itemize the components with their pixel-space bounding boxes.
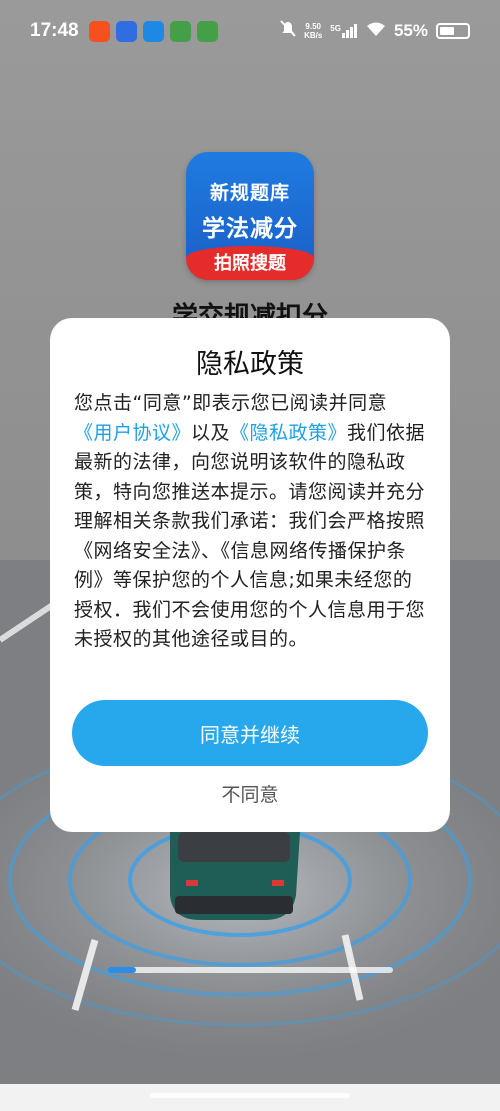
privacy-dialog: 隐私政策 您点击“同意”即表示您已阅读并同意《用户协议》以及《隐私政策》我们依据…: [50, 318, 450, 832]
baidu-app-icon: [115, 20, 137, 42]
logo-line-1: 新规题库: [209, 182, 290, 204]
browser-app-icon: [142, 20, 164, 42]
wifi-icon: [366, 21, 386, 41]
dialog-text-and: 以及: [191, 421, 231, 444]
battery-percent: 55%: [393, 21, 428, 40]
cellular-signal-icon: 5G: [330, 24, 358, 38]
app-logo: 新规题库 学法减分 拍照搜题: [186, 152, 314, 280]
logo-band: 拍照搜题: [186, 246, 314, 280]
network-type: 5G: [330, 24, 341, 33]
user-agreement-link[interactable]: 《用户协议》: [74, 422, 191, 444]
mute-icon: [280, 20, 296, 42]
home-indicator[interactable]: [150, 1093, 350, 1098]
notification-app-icons: [88, 20, 218, 42]
privacy-policy-link[interactable]: 《隐私政策》: [230, 422, 347, 444]
logo-line-2: 学法减分: [202, 216, 298, 242]
dialog-text-body: 我们依据最新的法律，向您说明该软件的隐私政策，特向您推送本提示。请您阅读并充分理…: [74, 421, 426, 651]
dialog-body: 您点击“同意”即表示您已阅读并同意《用户协议》以及《隐私政策》我们依据最新的法律…: [74, 389, 426, 655]
network-speed-unit: KB/s: [304, 31, 323, 40]
agree-continue-button[interactable]: 同意并继续: [72, 700, 428, 766]
app-store-icon-2: [196, 20, 218, 42]
network-speed-value: 9.50: [305, 22, 321, 31]
dialog-title: 隐私政策: [196, 349, 304, 380]
disagree-button[interactable]: 不同意: [50, 780, 450, 807]
status-time: 17:48: [30, 20, 79, 41]
splash-progress-bar: [107, 967, 393, 973]
battery-icon: [436, 23, 470, 39]
battery-level: [440, 27, 455, 35]
status-bar: 17:48 9.50 KB/s 5G 55%: [0, 0, 500, 62]
taobao-app-icon: [88, 20, 110, 42]
status-right-group: 9.50 KB/s 5G 55%: [280, 20, 470, 42]
dialog-text-intro: 您点击“同意”即表示您已阅读并同意: [74, 392, 388, 414]
app-store-icon: [169, 20, 191, 42]
network-speed: 9.50 KB/s: [304, 22, 322, 40]
splash-progress-fill: [107, 967, 136, 973]
